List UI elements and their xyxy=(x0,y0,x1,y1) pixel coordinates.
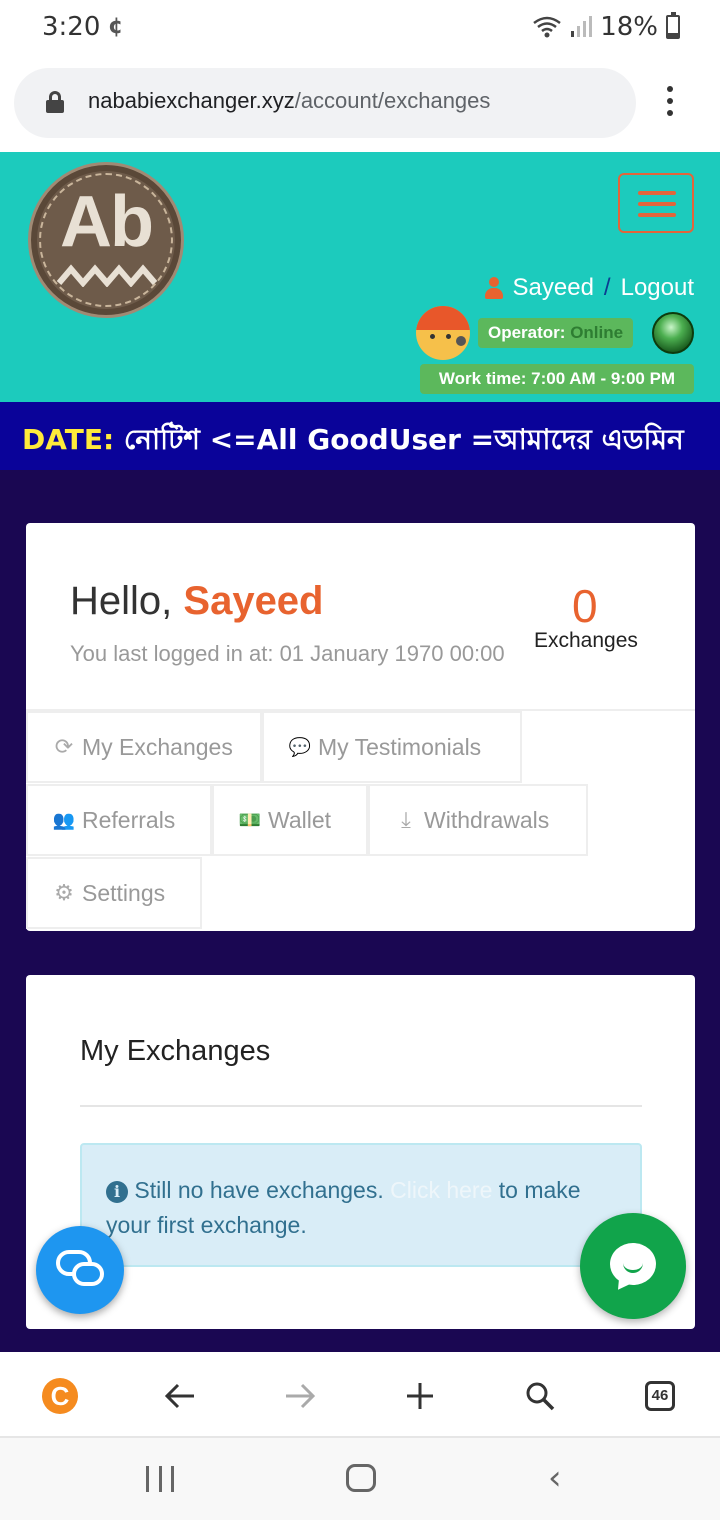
notice-marquee: DATE: নোটিশ <=All GoodUser =আমাদের এডমিন xyxy=(0,402,720,470)
live-chat-button[interactable] xyxy=(36,1226,124,1314)
battery-percent: 18% xyxy=(600,12,658,42)
new-tab-button[interactable] xyxy=(398,1374,442,1418)
coin-button[interactable]: C xyxy=(38,1374,82,1418)
status-indicators: 18% xyxy=(532,12,680,42)
download-icon: ⤓ xyxy=(401,807,411,832)
recents-icon[interactable] xyxy=(146,1466,174,1492)
panel-title: My Exchanges xyxy=(80,1035,271,1067)
operator-label: Operator: xyxy=(488,323,566,342)
url-bar[interactable]: nababiexchanger.xyz/account/exchanges xyxy=(14,68,636,138)
search-icon xyxy=(526,1382,555,1411)
battery-icon xyxy=(666,12,680,39)
url-path: /account/exchanges xyxy=(294,88,491,113)
url-text[interactable]: nababiexchanger.xyz/account/exchanges xyxy=(88,88,490,114)
whatsapp-chat-button[interactable] xyxy=(580,1213,686,1319)
logout-link[interactable]: Logout xyxy=(621,274,694,302)
operator-status: Online xyxy=(570,323,624,342)
system-back-icon[interactable]: ‹ xyxy=(548,1461,562,1495)
tab-label: My Testimonials xyxy=(318,733,482,760)
username-link[interactable]: Sayeed xyxy=(513,274,594,302)
tab-label: Withdrawals xyxy=(424,806,550,833)
lock-icon[interactable] xyxy=(46,91,64,113)
user-nav: Sayeed / Logout xyxy=(484,274,694,302)
tab-withdrawals[interactable]: ⤓ Withdrawals xyxy=(368,784,588,856)
exchanges-count-label: Exchanges xyxy=(534,629,638,652)
hamburger-menu-button[interactable] xyxy=(618,173,694,233)
greeting-text: Hello, xyxy=(70,579,184,623)
comments-icon: 💬 xyxy=(288,736,312,757)
tab-my-exchanges[interactable]: ⟳ My Exchanges xyxy=(26,711,262,783)
logo-wave-icon xyxy=(57,264,158,287)
logo-text: Ab xyxy=(60,182,154,262)
system-nav-bar: ‹ xyxy=(0,1438,720,1520)
search-button[interactable] xyxy=(518,1374,562,1418)
dashboard-card: Hello, Sayeed You last logged in at: 01 … xyxy=(26,523,695,931)
tab-wallet[interactable]: 💵 Wallet xyxy=(212,784,368,856)
operator-avatar-icon xyxy=(416,306,470,360)
back-button[interactable] xyxy=(158,1374,202,1418)
forward-arrow-icon xyxy=(286,1383,316,1409)
last-login-text: You last logged in at: 01 January 1970 0… xyxy=(70,641,505,666)
home-icon[interactable] xyxy=(346,1464,376,1492)
signal-icon xyxy=(571,16,593,37)
tab-label: Referrals xyxy=(82,806,176,833)
site-logo[interactable]: Ab xyxy=(28,162,184,318)
tab-label: My Exchanges xyxy=(82,733,233,760)
online-indicator-icon xyxy=(652,312,694,354)
greeting: Hello, Sayeed xyxy=(70,579,324,624)
click-here-link[interactable]: Click here xyxy=(390,1177,492,1203)
separator: / xyxy=(603,274,611,301)
status-time: 3:20 xyxy=(42,12,101,42)
menu-kebab-icon[interactable] xyxy=(660,86,680,120)
notification-icon: ¢ xyxy=(108,14,124,39)
greeting-name: Sayeed xyxy=(183,579,324,623)
marquee-date-label: DATE: xyxy=(22,423,115,456)
tab-label: Settings xyxy=(82,879,166,906)
money-icon: 💵 xyxy=(238,809,262,830)
users-icon: 👥 xyxy=(52,809,76,830)
info-icon: i xyxy=(106,1181,128,1203)
browser-toolbar: C 46 xyxy=(0,1352,720,1438)
no-exchanges-alert: i Still no have exchanges. Click here to… xyxy=(80,1143,642,1267)
refresh-icon: ⟳ xyxy=(54,734,74,759)
tabs-count-icon: 46 xyxy=(645,1381,675,1411)
coin-icon: C xyxy=(42,1378,78,1414)
user-icon xyxy=(484,277,503,299)
tabs-button[interactable]: 46 xyxy=(638,1374,682,1418)
tab-label: Wallet xyxy=(268,806,332,833)
alert-text-before: Still no have exchanges. xyxy=(128,1177,391,1203)
operator-status-badge: Operator: Online xyxy=(478,318,634,348)
divider xyxy=(80,1105,642,1107)
status-bar: 3:20 ¢ 18% xyxy=(0,0,720,56)
forward-button[interactable] xyxy=(278,1374,322,1418)
worktime-badge: Work time: 7:00 AM - 9:00 PM xyxy=(420,364,694,394)
tab-my-testimonials[interactable]: 💬 My Testimonials xyxy=(262,711,522,783)
marquee-message: নোটিশ <=All GoodUser =আমাদের এডমিন xyxy=(114,423,684,456)
tab-settings[interactable]: ⚙ Settings xyxy=(26,857,202,929)
plus-icon xyxy=(407,1383,433,1409)
marquee-text: DATE: নোটিশ <=All GoodUser =আমাদের এডমিন xyxy=(22,418,684,465)
wifi-icon xyxy=(533,16,561,38)
tab-referrals[interactable]: 👥 Referrals xyxy=(26,784,212,856)
back-arrow-icon xyxy=(164,1383,194,1409)
cogs-icon: ⚙ xyxy=(54,880,74,905)
exchanges-count: 0 xyxy=(572,580,598,632)
url-domain: nababiexchanger.xyz xyxy=(88,88,295,113)
